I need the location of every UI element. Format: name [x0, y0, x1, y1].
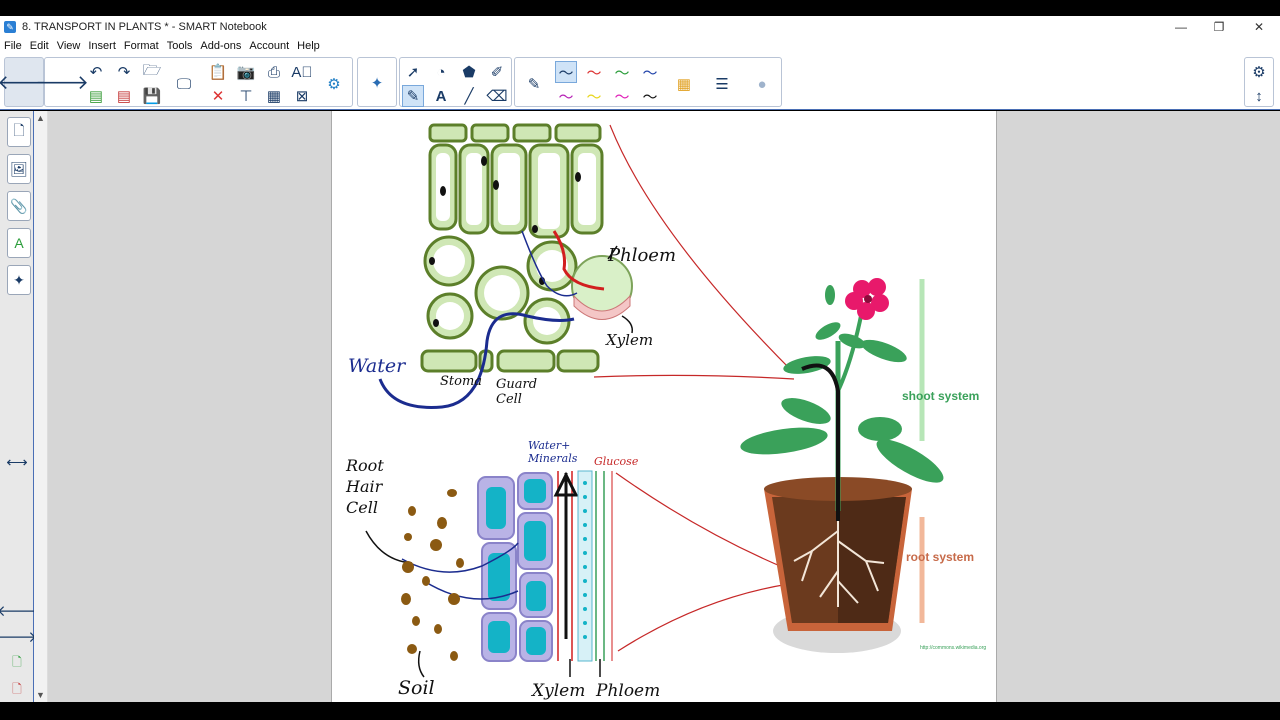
- screen-shade-icon[interactable]: 🖵: [173, 73, 195, 95]
- select-icon[interactable]: ➚: [402, 61, 424, 83]
- pen-black-icon[interactable]: 〜: [639, 85, 661, 107]
- properties-tab[interactable]: A: [7, 228, 31, 258]
- collapse-panel-icon[interactable]: ⟷: [6, 451, 28, 473]
- scroll-up-icon[interactable]: ▲: [36, 113, 45, 123]
- menu-file[interactable]: File: [4, 40, 22, 52]
- display-icon[interactable]: ⊤: [235, 85, 257, 107]
- menu-addons[interactable]: Add-ons: [200, 40, 241, 52]
- delete-icon[interactable]: ✕: [207, 85, 229, 107]
- next-page-icon[interactable]: 🡒: [0, 625, 37, 647]
- add-page-side-icon[interactable]: 🗋: [6, 652, 28, 674]
- clear-icon[interactable]: ⊠: [291, 85, 313, 107]
- soil-label: Soil: [398, 677, 435, 699]
- line-style-icon[interactable]: ☰: [711, 73, 733, 95]
- guard-cell-label: Guard Cell: [496, 377, 538, 407]
- gear-icon[interactable]: ⚙: [1248, 61, 1270, 83]
- pen-blue-icon[interactable]: 〜: [555, 61, 577, 83]
- line-icon[interactable]: ╱: [458, 85, 480, 107]
- pen-yellow-icon[interactable]: 〜: [583, 85, 605, 107]
- glucose-label: Glucose: [594, 455, 639, 468]
- pen-navy-icon[interactable]: 〜: [639, 61, 661, 83]
- pens-icon[interactable]: ✎: [402, 85, 424, 107]
- menu-help[interactable]: Help: [297, 40, 320, 52]
- menu-format[interactable]: Format: [124, 40, 159, 52]
- pen-purple-icon[interactable]: 〜: [555, 85, 577, 107]
- toolbar-position-icon[interactable]: ↕: [1248, 85, 1270, 107]
- pen-green-icon[interactable]: 〜: [611, 61, 633, 83]
- root-xylem-label: Xylem: [532, 681, 586, 701]
- add-page-icon[interactable]: ▤: [85, 85, 107, 107]
- screen-capture-icon[interactable]: 📷: [235, 61, 257, 83]
- flower: [845, 278, 889, 320]
- attachments-tab[interactable]: 📎: [7, 191, 31, 221]
- paste-icon[interactable]: 📋: [207, 61, 229, 83]
- pen-properties-group: ✎ 〜 〜 〜 〜 〜 〜 〜 〜 ▦ ☰ ●: [514, 57, 782, 107]
- transparency-icon[interactable]: ●: [751, 73, 773, 95]
- color-palette-icon[interactable]: ▦: [673, 73, 695, 95]
- toolbar: 🡐 🡒 ↶ ↷ 🗁 ▤ ▤ 💾 🖵 📋 📷 ⎙ A⃞ ✕ ⊤ ▦ ⊠ ⚙ ✦ ➚…: [0, 54, 1280, 110]
- eraser-icon[interactable]: ⌫: [486, 85, 508, 107]
- xylem-label: Xylem: [606, 331, 654, 349]
- stoma-label: Stoma: [440, 374, 483, 389]
- menu-account[interactable]: Account: [249, 40, 289, 52]
- menu-tools[interactable]: Tools: [167, 40, 193, 52]
- forward-arrow-icon[interactable]: 🡒: [35, 71, 89, 94]
- previous-page-icon[interactable]: 🡐: [0, 599, 37, 621]
- menu-bar: File Edit View Insert Format Tools Add-o…: [0, 37, 1280, 54]
- addons-tab[interactable]: ✦: [7, 265, 31, 295]
- minimize-button[interactable]: —: [1162, 16, 1200, 37]
- side-panel: 🗋 🖼 📎 A ✦ ⟷ 🡐 🡒 🗋 🗋: [0, 111, 37, 702]
- save-icon[interactable]: 💾: [141, 85, 163, 107]
- delete-page-icon[interactable]: ▤: [113, 85, 135, 107]
- pen-magenta-icon[interactable]: 〜: [611, 85, 633, 107]
- undo-icon[interactable]: ↶: [85, 61, 107, 83]
- menu-edit[interactable]: Edit: [30, 40, 49, 52]
- fill-icon[interactable]: ⬟: [458, 61, 480, 83]
- pen-type-icon[interactable]: ✎: [523, 73, 545, 95]
- tools-group: ➚ ◔ ⬟ ✐ ✎ A ╱ ⌫: [399, 57, 512, 107]
- plant-leaves: [740, 285, 944, 483]
- root-system-label: root system: [906, 550, 975, 564]
- addons-icon[interactable]: ✦: [366, 72, 388, 94]
- title-bar: ✎ 8. TRANSPORT IN PLANTS * - SMART Noteb…: [0, 16, 1280, 37]
- soil-particles: [401, 489, 464, 661]
- activity-builder-icon[interactable]: ⚙: [323, 73, 345, 95]
- phloem-label: Phloem: [608, 245, 677, 266]
- shape-icon[interactable]: ◔: [430, 61, 452, 83]
- gallery-tab[interactable]: 🖼: [7, 154, 31, 184]
- open-file-icon[interactable]: 🗁: [141, 61, 163, 83]
- table-icon[interactable]: ▦: [263, 85, 285, 107]
- root-hair-cell-label: Root Hair Cell: [346, 456, 384, 517]
- addons-group: ✦: [357, 57, 397, 107]
- notebook-page[interactable]: Phloem Xylem Water Stoma Guard Cell Root…: [331, 111, 997, 702]
- smart-notebook-window: ✎ 8. TRANSPORT IN PLANTS * - SMART Noteb…: [0, 0, 1280, 720]
- window-title: 8. TRANSPORT IN PLANTS * - SMART Noteboo…: [22, 20, 267, 33]
- menu-insert[interactable]: Insert: [88, 40, 116, 52]
- text-icon[interactable]: A: [430, 85, 452, 107]
- shoot-system-label: shoot system: [902, 389, 980, 403]
- notebook-app-icon: ✎: [4, 20, 16, 33]
- settings-group: ⚙ ↕: [1244, 57, 1274, 107]
- redo-icon[interactable]: ↷: [113, 61, 135, 83]
- scroll-down-icon[interactable]: ▼: [36, 690, 45, 700]
- water-label: Water: [348, 355, 406, 377]
- vertical-scrollbar[interactable]: ▲ ▼: [34, 111, 48, 702]
- root-phloem-label: Phloem: [596, 681, 661, 701]
- page-drawing: [365, 123, 944, 678]
- back-arrow-icon[interactable]: 🡐: [0, 71, 51, 94]
- image-credit: http://commons.wikimedia.org: [920, 645, 987, 651]
- close-button[interactable]: ✕: [1240, 16, 1278, 37]
- top-letterbox: [0, 0, 1280, 16]
- magic-pen-icon[interactable]: ✐: [486, 61, 508, 83]
- page-sorter-tab[interactable]: 🗋: [7, 117, 31, 147]
- water-minerals-label: Water+ Minerals: [528, 439, 578, 465]
- document-camera-icon[interactable]: ⎙: [263, 61, 285, 83]
- text-tool-icon[interactable]: A⃞: [291, 61, 313, 83]
- pen-red-icon[interactable]: 〜: [583, 61, 605, 83]
- delete-page-side-icon[interactable]: 🗋: [6, 679, 28, 701]
- menu-view[interactable]: View: [57, 40, 81, 52]
- bottom-letterbox: [0, 702, 1280, 720]
- edit-toolbar-group: 🡒 ↶ ↷ 🗁 ▤ ▤ 💾 🖵 📋 📷 ⎙ A⃞ ✕ ⊤ ▦ ⊠ ⚙: [35, 57, 353, 107]
- maximize-button[interactable]: ❐: [1200, 16, 1238, 37]
